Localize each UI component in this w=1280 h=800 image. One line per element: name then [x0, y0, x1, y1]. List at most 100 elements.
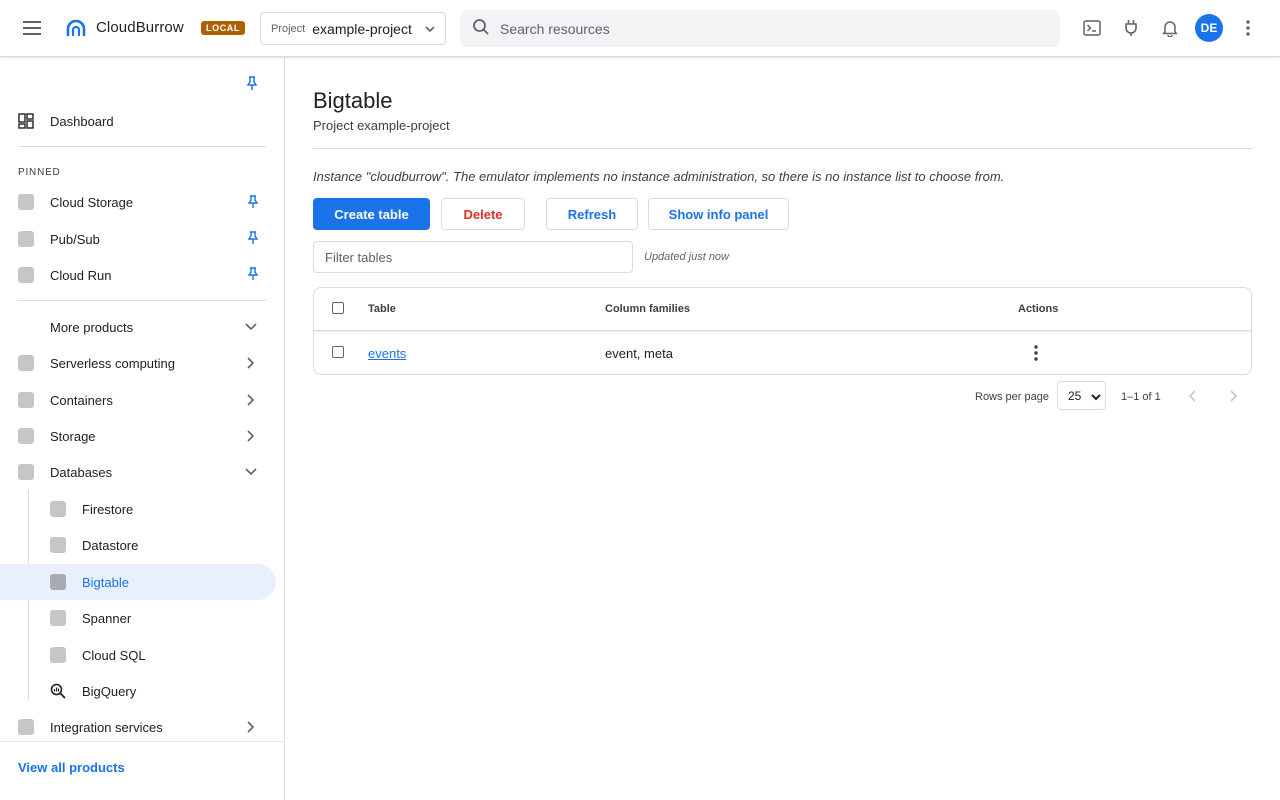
show-info-panel-button[interactable]: Show info panel	[648, 198, 789, 230]
firestore-icon	[50, 501, 66, 517]
table-header: Table Column families Actions	[314, 288, 1251, 331]
sidebar-item-label: Pub/Sub	[50, 231, 100, 247]
filter-tables-input[interactable]	[313, 241, 633, 273]
sidebar-item-label: Cloud Run	[50, 267, 112, 283]
sidebar-item-firestore[interactable]: Firestore	[50, 491, 250, 527]
row-actions-more-icon[interactable]	[1026, 343, 1046, 363]
cloud-run-icon	[18, 267, 34, 283]
pin-icon[interactable]	[246, 195, 260, 209]
cloud-sql-icon	[50, 647, 66, 663]
notifications-bell-icon[interactable]	[1158, 16, 1182, 40]
select-all-checkbox[interactable]	[332, 302, 344, 314]
sidebar-item-label: Containers	[50, 392, 113, 408]
sidebar-divider	[18, 146, 266, 147]
sidebar-item-label: Storage	[50, 428, 96, 444]
cloud-storage-icon	[18, 194, 34, 210]
pinned-section-label: PINNED	[18, 167, 61, 178]
environment-badge: LOCAL	[201, 21, 245, 35]
sidebar-item-label: Integration services	[50, 719, 163, 735]
rows-per-page-value: 25	[1068, 388, 1082, 403]
sidebar-item-label: Spanner	[82, 610, 132, 626]
sidebar-item-storage[interactable]: Storage	[18, 418, 268, 454]
sidebar-nav: Dashboard PINNED Cloud Storage Pub/Sub C…	[0, 57, 285, 800]
brand-name[interactable]: CloudBurrow	[96, 19, 184, 36]
chevron-down-icon	[425, 25, 435, 32]
serverless-icon	[18, 355, 34, 371]
previous-page-icon[interactable]	[1183, 387, 1201, 405]
sidebar-item-label: BigQuery	[82, 683, 137, 699]
sidebar-item-cloud-sql[interactable]: Cloud SQL	[50, 637, 250, 673]
row-checkbox[interactable]	[332, 346, 344, 358]
pin-icon[interactable]	[246, 231, 260, 245]
view-all-products-link[interactable]: View all products	[18, 760, 125, 775]
plug-icon[interactable]	[1119, 16, 1143, 40]
integration-icon	[18, 719, 34, 735]
chevron-right-icon	[243, 355, 259, 371]
rows-per-page-label: Rows per page	[975, 391, 1049, 403]
refresh-button[interactable]: Refresh	[546, 198, 638, 230]
page-title: Bigtable	[313, 88, 393, 113]
sidebar-item-bigtable[interactable]: Bigtable	[50, 564, 270, 600]
spanner-icon	[50, 610, 66, 626]
column-families-cell: event, meta	[605, 346, 673, 361]
sidebar-item-label: Serverless computing	[50, 355, 175, 371]
delete-button[interactable]: Delete	[441, 198, 525, 230]
sidebar-item-serverless[interactable]: Serverless computing	[18, 345, 268, 381]
project-picker-label: Project	[271, 22, 306, 35]
project-picker-value: example-project	[312, 20, 412, 37]
bigtable-icon	[50, 574, 66, 590]
more-vert-icon[interactable]	[1236, 16, 1260, 40]
pagination-range: 1–1 of 1	[1121, 391, 1161, 403]
chevron-right-icon	[243, 392, 259, 408]
terminal-icon[interactable]	[1080, 16, 1104, 40]
sidebar-item-dashboard[interactable]: Dashboard	[18, 103, 268, 139]
containers-icon	[18, 392, 34, 408]
sidebar-item-label: Firestore	[82, 501, 134, 517]
header-divider	[313, 148, 1252, 149]
sidebar-item-integration[interactable]: Integration services	[18, 709, 268, 745]
dashboard-icon	[18, 113, 34, 129]
sidebar-item-label: Databases	[50, 464, 113, 480]
column-header-actions: Actions	[1018, 303, 1059, 315]
cloudburrow-logo-icon	[64, 16, 88, 40]
next-page-icon[interactable]	[1225, 387, 1243, 405]
chevron-down-icon	[1091, 390, 1101, 404]
create-table-button[interactable]: Create table	[313, 198, 430, 230]
page-subtitle: Project example-project	[313, 118, 450, 133]
sidebar-item-bigquery[interactable]: BigQuery	[50, 673, 250, 709]
table-name-link[interactable]: events	[368, 346, 406, 361]
menu-icon[interactable]	[20, 16, 44, 40]
sidebar-item-spanner[interactable]: Spanner	[50, 600, 250, 636]
storage-icon	[18, 428, 34, 444]
chevron-right-icon	[243, 428, 259, 444]
pin-icon[interactable]	[246, 267, 260, 281]
tables-table: Table Column families Actions events eve…	[313, 287, 1252, 375]
search-bar[interactable]	[460, 10, 1060, 47]
updated-status: Updated just now	[644, 251, 729, 263]
user-avatar[interactable]: DE	[1195, 14, 1223, 42]
column-header-table: Table	[368, 303, 396, 315]
project-picker[interactable]: Project example-project	[260, 12, 446, 45]
sidebar-item-label: Bigtable	[82, 574, 129, 590]
chevron-down-icon	[243, 464, 259, 480]
more-products-toggle[interactable]: More products	[50, 309, 270, 345]
sidebar-item-label: Datastore	[82, 537, 139, 553]
sidebar-item-datastore[interactable]: Datastore	[50, 527, 250, 563]
sidebar-item-containers[interactable]: Containers	[18, 382, 268, 418]
search-icon	[472, 18, 490, 39]
sidebar-item-databases[interactable]: Databases	[18, 454, 268, 490]
sidebar-item-pubsub[interactable]: Pub/Sub	[18, 221, 248, 257]
rows-per-page-select[interactable]: 25	[1057, 381, 1106, 410]
top-app-bar: CloudBurrow LOCAL Project example-projec…	[0, 0, 1280, 57]
sidebar-item-cloud-run[interactable]: Cloud Run	[18, 257, 248, 293]
sidebar-item-cloud-storage[interactable]: Cloud Storage	[18, 184, 248, 220]
sidebar-divider	[0, 741, 284, 742]
sidebar-item-label: Cloud Storage	[50, 194, 134, 210]
pubsub-icon	[18, 231, 34, 247]
sidebar-item-label: Dashboard	[50, 113, 114, 129]
search-analytics-icon	[50, 683, 66, 699]
sidebar-divider	[18, 300, 266, 301]
search-input[interactable]	[500, 20, 1020, 37]
pin-sidebar-icon[interactable]	[244, 75, 260, 91]
column-header-column-families: Column families	[605, 303, 690, 315]
